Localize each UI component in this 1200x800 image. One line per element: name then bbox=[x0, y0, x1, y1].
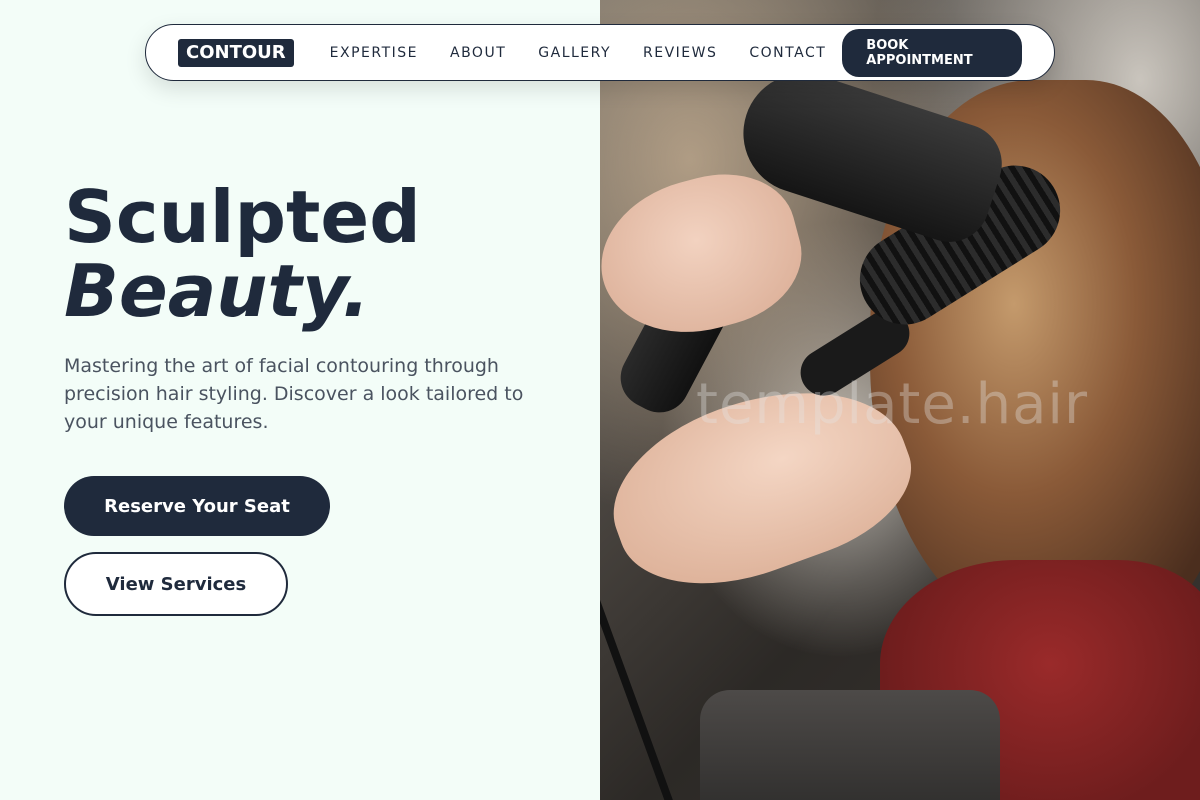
hero-title-line1: Sculpted bbox=[64, 175, 421, 259]
nav-link-contact[interactable]: CONTACT bbox=[749, 45, 826, 61]
hero-left-panel: Sculpted Beauty. Mastering the art of fa… bbox=[0, 0, 600, 800]
hero-subtitle: Mastering the art of facial contouring t… bbox=[64, 355, 524, 433]
watermark-text: template.hair bbox=[696, 372, 1088, 437]
hero-title-line2: Beauty. bbox=[64, 249, 370, 333]
brand-logo[interactable]: CONTOUR bbox=[178, 38, 294, 67]
top-navigation: CONTOUR EXPERTISE ABOUT GALLERY REVIEWS … bbox=[145, 24, 1055, 81]
nav-links: EXPERTISE ABOUT GALLERY REVIEWS CONTACT bbox=[314, 45, 843, 61]
reserve-seat-button[interactable]: Reserve Your Seat bbox=[64, 476, 330, 536]
hero-title: Sculpted Beauty. bbox=[64, 180, 421, 328]
nav-link-gallery[interactable]: GALLERY bbox=[538, 45, 611, 61]
nav-link-about[interactable]: ABOUT bbox=[450, 45, 506, 61]
salon-chair bbox=[700, 690, 1000, 800]
hero-image: template.hair bbox=[600, 0, 1200, 800]
view-services-button[interactable]: View Services bbox=[64, 552, 288, 616]
book-appointment-button[interactable]: BOOK APPOINTMENT bbox=[842, 28, 1022, 77]
nav-link-expertise[interactable]: EXPERTISE bbox=[330, 45, 418, 61]
nav-link-reviews[interactable]: REVIEWS bbox=[643, 45, 717, 61]
